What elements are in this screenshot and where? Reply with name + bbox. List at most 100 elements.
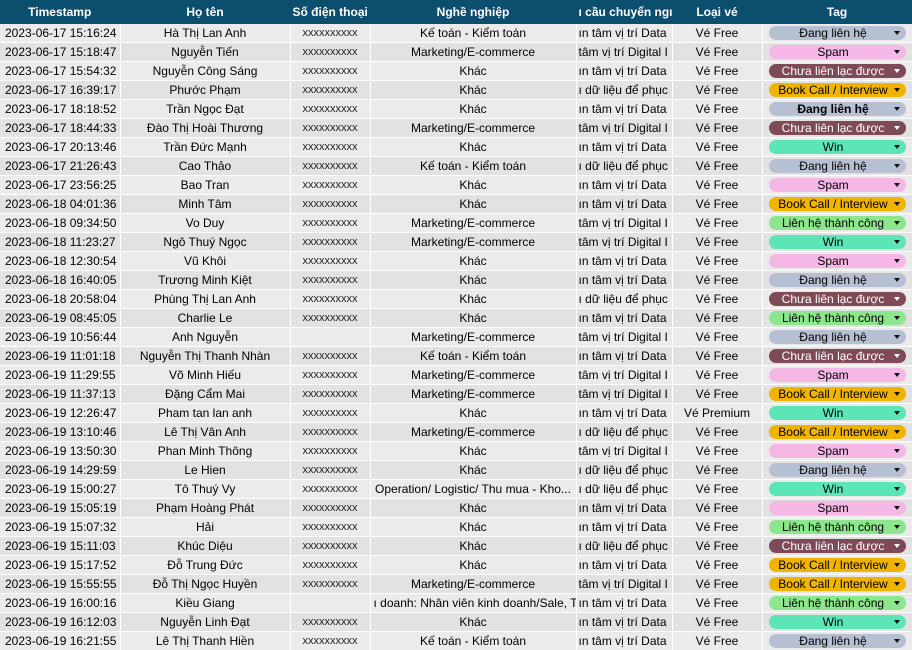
cell-phone[interactable]: xxxxxxxxxx <box>290 346 371 366</box>
cell-phone[interactable]: xxxxxxxxxx <box>290 194 371 214</box>
cell-ticket-type[interactable]: Vé Free <box>672 555 763 575</box>
tag-dropdown[interactable]: Win <box>768 406 906 420</box>
cell-timestamp[interactable]: 2023-06-19 14:29:59 <box>0 460 121 480</box>
cell-need[interactable]: ın tâm vị trí Data <box>576 308 673 328</box>
cell-name[interactable]: Khúc Diệu <box>120 536 291 556</box>
cell-need[interactable]: ı dữ liệu để phục <box>576 422 673 442</box>
cell-occupation[interactable]: Khác <box>370 517 577 537</box>
cell-need[interactable]: ın tâm vị trí Data <box>576 99 673 119</box>
cell-ticket-type[interactable]: Vé Free <box>672 118 763 138</box>
cell-timestamp[interactable]: 2023-06-19 15:07:32 <box>0 517 121 537</box>
cell-phone[interactable]: xxxxxxxxxx <box>290 422 371 442</box>
cell-ticket-type[interactable]: Vé Free <box>672 42 763 62</box>
tag-dropdown[interactable]: Đang liên hệ <box>768 273 906 287</box>
cell-phone[interactable]: xxxxxxxxxx <box>290 42 371 62</box>
cell-name[interactable]: Kiều Giang <box>120 593 291 613</box>
cell-timestamp[interactable]: 2023-06-19 15:11:03 <box>0 536 121 556</box>
cell-ticket-type[interactable]: Vé Free <box>672 365 763 385</box>
cell-timestamp[interactable]: 2023-06-17 15:54:32 <box>0 61 121 81</box>
cell-occupation[interactable]: Marketing/E-commerce <box>370 384 577 404</box>
tag-dropdown[interactable]: Đang liên hệ <box>768 159 906 173</box>
cell-occupation[interactable]: Khác <box>370 137 577 157</box>
cell-phone[interactable]: xxxxxxxxxx <box>290 574 371 594</box>
cell-name[interactable]: Anh Nguyễn <box>120 327 291 347</box>
cell-timestamp[interactable]: 2023-06-17 18:44:33 <box>0 118 121 138</box>
cell-ticket-type[interactable]: Vé Free <box>672 517 763 537</box>
tag-dropdown[interactable]: Win <box>768 615 906 629</box>
cell-need[interactable]: tâm vị trí Digital I <box>576 327 673 347</box>
cell-ticket-type[interactable]: Vé Premium <box>672 403 763 423</box>
cell-phone[interactable] <box>290 593 371 613</box>
cell-timestamp[interactable]: 2023-06-19 16:21:55 <box>0 631 121 650</box>
cell-phone[interactable]: xxxxxxxxxx <box>290 175 371 195</box>
header-tag[interactable]: Tag <box>762 0 912 24</box>
tag-dropdown[interactable]: Chưa liên lạc được <box>768 121 906 135</box>
cell-timestamp[interactable]: 2023-06-17 16:39:17 <box>0 80 121 100</box>
cell-phone[interactable]: xxxxxxxxxx <box>290 24 371 43</box>
cell-phone[interactable]: xxxxxxxxxx <box>290 460 371 480</box>
cell-name[interactable]: Pham tan lan anh <box>120 403 291 423</box>
cell-occupation[interactable]: Khác <box>370 460 577 480</box>
cell-name[interactable]: Hà Thị Lan Anh <box>120 24 291 43</box>
cell-occupation[interactable]: Kế toán - Kiểm toán <box>370 24 577 43</box>
cell-need[interactable]: tâm vị trí Digital I <box>576 384 673 404</box>
cell-occupation[interactable]: Khác <box>370 403 577 423</box>
cell-name[interactable]: Đỗ Trung Đức <box>120 555 291 575</box>
tag-dropdown[interactable]: Đang liên hệ <box>768 330 906 344</box>
cell-ticket-type[interactable]: Vé Free <box>672 422 763 442</box>
cell-phone[interactable]: xxxxxxxxxx <box>290 536 371 556</box>
cell-occupation[interactable]: Kế toán - Kiểm toán <box>370 631 577 650</box>
cell-timestamp[interactable]: 2023-06-19 12:26:47 <box>0 403 121 423</box>
cell-timestamp[interactable]: 2023-06-19 16:00:16 <box>0 593 121 613</box>
cell-name[interactable]: Charlie Le <box>120 308 291 328</box>
cell-name[interactable]: Cao Thảo <box>120 156 291 176</box>
cell-timestamp[interactable]: 2023-06-17 20:13:46 <box>0 137 121 157</box>
cell-phone[interactable]: xxxxxxxxxx <box>290 365 371 385</box>
cell-occupation[interactable]: ı doanh: Nhân viên kinh doanh/Sale, Tư v… <box>370 593 577 613</box>
cell-ticket-type[interactable]: Vé Free <box>672 384 763 404</box>
cell-timestamp[interactable]: 2023-06-19 15:17:52 <box>0 555 121 575</box>
cell-ticket-type[interactable]: Vé Free <box>672 251 763 271</box>
tag-dropdown[interactable]: Book Call / Interview <box>768 425 906 439</box>
cell-name[interactable]: Vũ Khôi <box>120 251 291 271</box>
cell-name[interactable]: Lê Thị Vân Anh <box>120 422 291 442</box>
cell-need[interactable]: ın tâm vị trí Data <box>576 612 673 632</box>
cell-need[interactable]: ın tâm vị trí Data <box>576 631 673 650</box>
tag-dropdown[interactable]: Win <box>768 482 906 496</box>
cell-occupation[interactable]: Khác <box>370 270 577 290</box>
cell-ticket-type[interactable]: Vé Free <box>672 479 763 499</box>
cell-phone[interactable]: xxxxxxxxxx <box>290 213 371 233</box>
cell-ticket-type[interactable]: Vé Free <box>672 80 763 100</box>
cell-name[interactable]: Phước Phạm <box>120 80 291 100</box>
cell-timestamp[interactable]: 2023-06-19 11:29:55 <box>0 365 121 385</box>
cell-timestamp[interactable]: 2023-06-17 15:16:24 <box>0 24 121 43</box>
cell-ticket-type[interactable]: Vé Free <box>672 289 763 309</box>
tag-dropdown[interactable]: Spam <box>768 444 906 458</box>
cell-phone[interactable]: xxxxxxxxxx <box>290 118 371 138</box>
tag-dropdown[interactable]: Đang liên hệ <box>768 26 906 40</box>
tag-dropdown[interactable]: Book Call / Interview <box>768 197 906 211</box>
tag-dropdown[interactable]: Đang liên hệ <box>768 102 906 116</box>
header-ticket-type[interactable]: Loại vé <box>672 0 763 24</box>
tag-dropdown[interactable]: Spam <box>768 254 906 268</box>
cell-need[interactable]: tâm vị trí Digital I <box>576 232 673 252</box>
cell-ticket-type[interactable]: Vé Free <box>672 99 763 119</box>
cell-need[interactable]: tâm vị trí Digital I <box>576 365 673 385</box>
cell-ticket-type[interactable]: Vé Free <box>672 308 763 328</box>
cell-timestamp[interactable]: 2023-06-17 23:56:25 <box>0 175 121 195</box>
cell-timestamp[interactable]: 2023-06-17 21:26:43 <box>0 156 121 176</box>
cell-need[interactable]: ın tâm vị trí Data <box>576 593 673 613</box>
cell-ticket-type[interactable]: Vé Free <box>672 346 763 366</box>
cell-occupation[interactable]: Marketing/E-commerce <box>370 327 577 347</box>
tag-dropdown[interactable]: Book Call / Interview <box>768 558 906 572</box>
cell-phone[interactable]: xxxxxxxxxx <box>290 498 371 518</box>
cell-need[interactable]: ın tâm vị trí Data <box>576 270 673 290</box>
cell-need[interactable]: tâm vị trí Digital I <box>576 441 673 461</box>
header-occupation[interactable]: Nghề nghiệp <box>370 0 577 24</box>
cell-occupation[interactable]: Marketing/E-commerce <box>370 42 577 62</box>
cell-ticket-type[interactable]: Vé Free <box>672 612 763 632</box>
cell-name[interactable]: Nguyễn Tiến <box>120 42 291 62</box>
tag-dropdown[interactable]: Spam <box>768 45 906 59</box>
cell-ticket-type[interactable]: Vé Free <box>672 232 763 252</box>
cell-timestamp[interactable]: 2023-06-18 09:34:50 <box>0 213 121 233</box>
